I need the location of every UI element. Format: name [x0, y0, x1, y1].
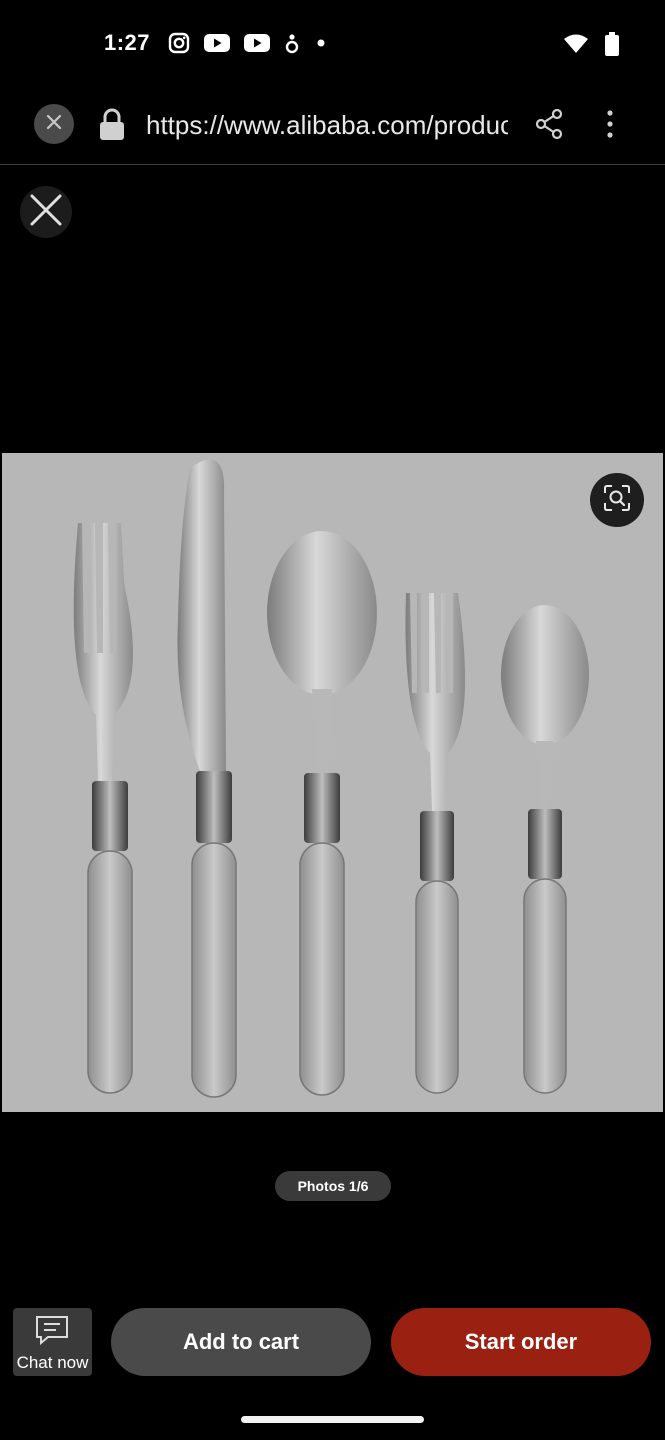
add-to-cart-button[interactable]: Add to cart [111, 1308, 371, 1376]
image-search-icon [603, 484, 631, 517]
cutlery-image [73, 459, 589, 1098]
status-bar: 1:27 [0, 0, 665, 88]
battery-icon [605, 32, 619, 61]
close-viewer-button[interactable] [20, 186, 72, 238]
youtube-icon [244, 33, 270, 58]
image-search-button[interactable] [590, 473, 644, 527]
app-notification-icon [284, 32, 300, 59]
browser-toolbar: https://www.alibaba.com/product-detail [0, 88, 665, 165]
close-icon [29, 193, 63, 232]
url-text[interactable]: https://www.alibaba.com/product-detail [146, 108, 508, 142]
product-photo[interactable] [2, 453, 663, 1112]
close-tab-button[interactable] [34, 104, 74, 144]
start-order-button[interactable]: Start order [391, 1308, 651, 1376]
chat-now-button[interactable]: Chat now [13, 1308, 92, 1376]
wifi-icon [563, 33, 589, 60]
chat-icon [34, 1314, 70, 1351]
notification-icons [168, 32, 328, 59]
home-indicator[interactable] [241, 1416, 424, 1423]
status-time: 1:27 [104, 30, 151, 55]
chat-now-label: Chat now [16, 1353, 89, 1372]
close-icon [44, 112, 64, 137]
youtube-icon [204, 33, 230, 58]
dot-icon [314, 36, 328, 55]
system-icons [563, 32, 619, 61]
instagram-icon [168, 32, 190, 59]
share-icon[interactable] [534, 108, 564, 145]
photo-counter: Photos 1/6 [275, 1171, 391, 1201]
lock-icon [98, 108, 126, 147]
more-vert-icon[interactable] [598, 108, 622, 145]
